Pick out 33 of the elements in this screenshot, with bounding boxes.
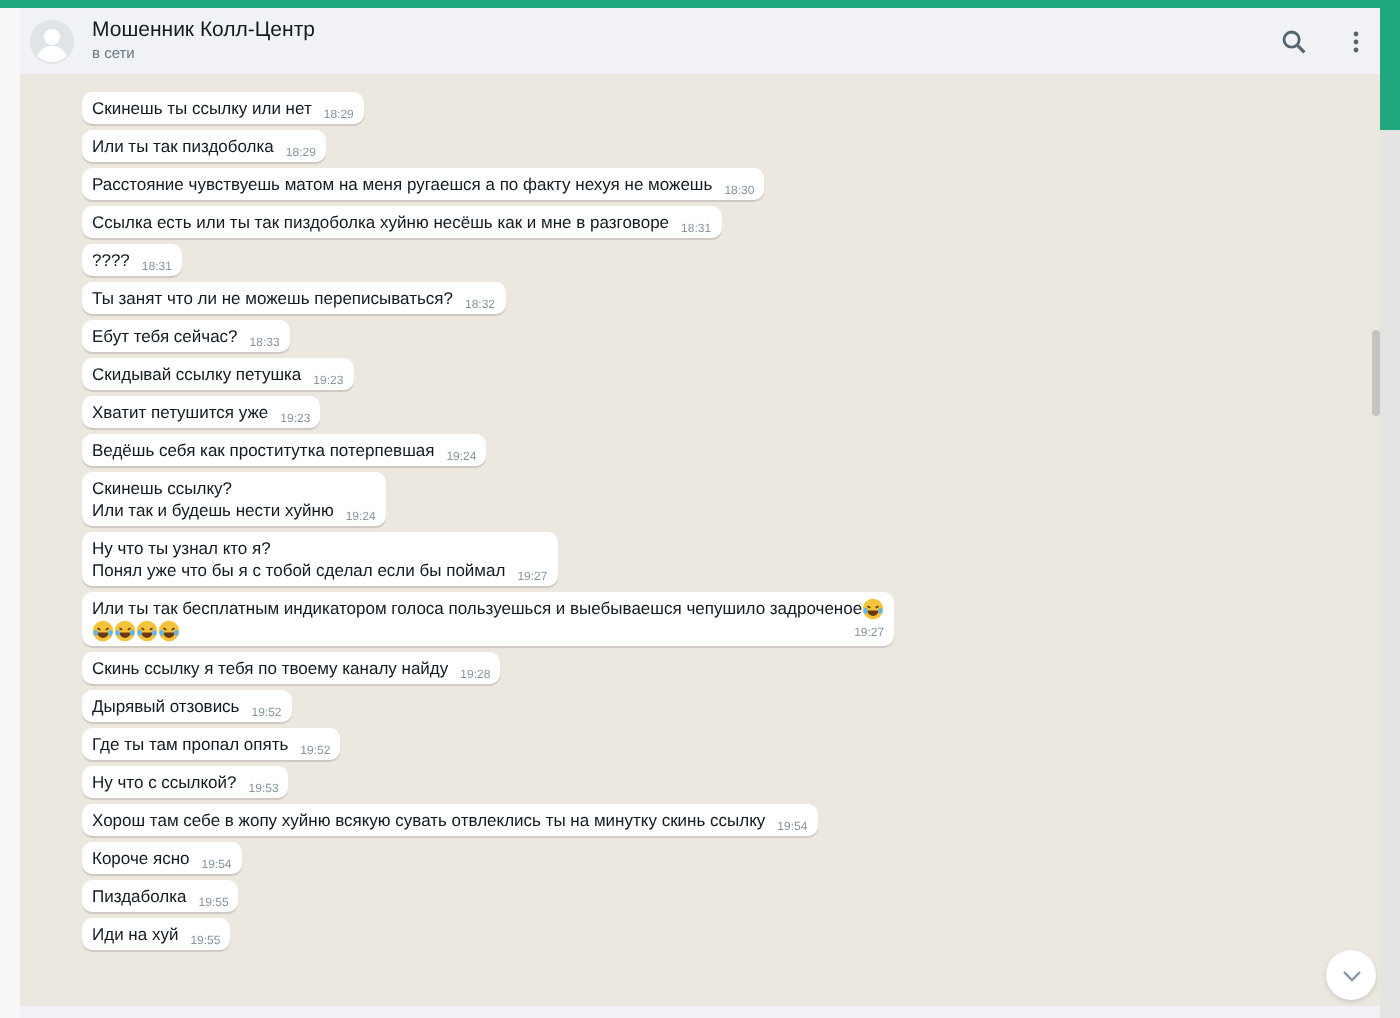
scroll-down-button[interactable] [1326, 950, 1376, 1000]
laughing-face-icon [114, 619, 136, 641]
laughing-face-icon [136, 619, 158, 641]
chevron-down-icon [1341, 969, 1361, 981]
message-text: Короче ясно [92, 847, 190, 869]
message-text: Иди на хуй [92, 923, 179, 945]
message-text: Скинешь ссылку? Или так и будешь нести хуйню [92, 477, 334, 521]
message-text: Ссылка есть или ты так пиздоболка хуйню несёшь как и мне в разговоре [92, 211, 670, 233]
message-text: Ну что ты узнал кто я? Понял уже что бы я с тобой сделал если бы поймал [92, 537, 506, 581]
message-text: Скидывай ссылку петушка [92, 363, 302, 385]
contact-name: Мошенник Колл-Центр [92, 18, 317, 44]
message-text: Ну что с ссылкой? [92, 771, 237, 793]
message-text: Скинь ссылку я тебя по твоему каналу найду [92, 657, 449, 679]
message-text: Скинешь ты ссылку или нет [92, 97, 312, 119]
laughing-face-icon [862, 597, 885, 619]
message-text: Или ты так бесплатным индикатором голоса пользуешься и выебываешся чепушило задроченое [92, 597, 863, 619]
search-icon[interactable] [1282, 29, 1306, 53]
message-text: Ведёшь себя как проститутка потерпевшая [92, 439, 435, 461]
scrollbar-thumb[interactable] [1372, 330, 1380, 416]
message-text: Дырявый отзовись [92, 695, 240, 717]
message-text: Ты занят что ли не можешь переписываться? [92, 287, 453, 309]
message-text: Хватит петушится уже [92, 401, 269, 423]
message-text: Или ты так пиздоболка [92, 135, 274, 157]
message-text: ???? [92, 249, 130, 271]
message-text: Где ты там пропал опять [92, 733, 289, 755]
message-text: Расстояние чувствуешь матом на меня ругаешся а по факту нехуя не можешь [92, 173, 713, 195]
laughing-face-icon [92, 619, 114, 641]
avatar-icon[interactable] [30, 19, 74, 63]
menu-icon[interactable] [1352, 29, 1360, 53]
laughing-face-icon [158, 619, 180, 641]
message-text: Пиздаболка [92, 885, 187, 907]
message-text: Хорош там себе в жопу хуйню всякую сувать отвлеклись ты на минутку скинь ссылку [92, 809, 766, 831]
message-text: Ебут тебя сейчас? [92, 325, 238, 347]
